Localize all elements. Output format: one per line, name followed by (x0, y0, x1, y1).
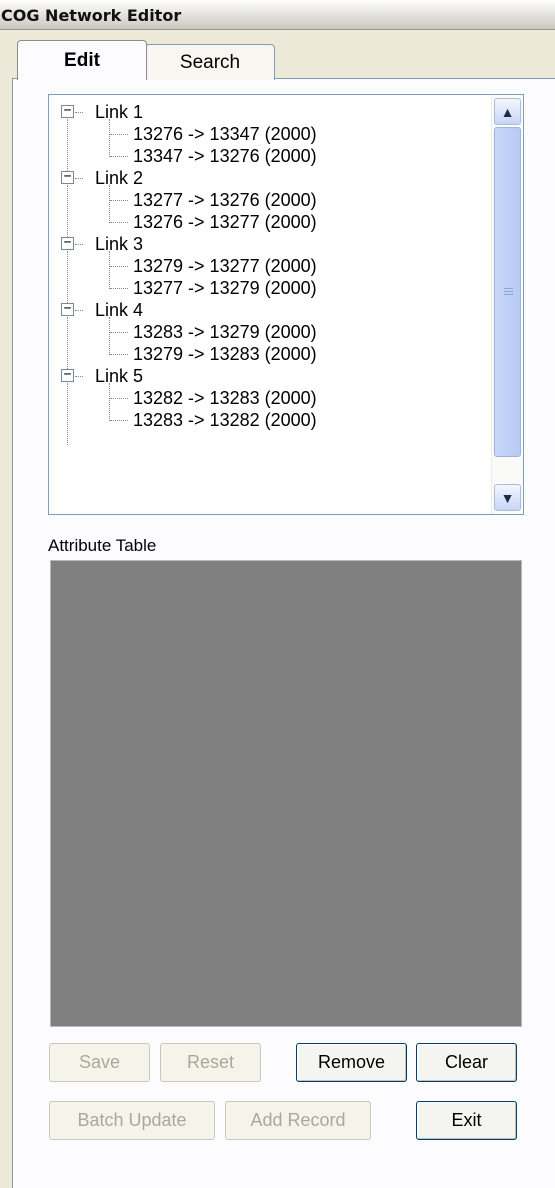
tree-child-row[interactable]: 13283 -> 13279 (2000) (49, 321, 491, 343)
tree-child-row[interactable]: 13279 -> 13283 (2000) (49, 343, 491, 365)
tree-connector (110, 156, 128, 157)
tree-group-row[interactable]: − Link 4 (49, 299, 491, 321)
add-record-button[interactable]: Add Record (225, 1101, 371, 1140)
tree-group-label: Link 2 (95, 168, 144, 188)
remove-button[interactable]: Remove (296, 1043, 407, 1082)
tree-child-label: 13276 -> 13347 (2000) (133, 124, 317, 144)
tree-child-label: 13283 -> 13282 (2000) (133, 410, 317, 430)
tree-child-row[interactable]: 13282 -> 13283 (2000) (49, 387, 491, 409)
tree-child-row[interactable]: 13276 -> 13347 (2000) (49, 123, 491, 145)
tab-search[interactable]: Search (145, 44, 275, 80)
attribute-table-label: Attribute Table (48, 536, 157, 555)
tree-group-row[interactable]: − Link 5 (49, 365, 491, 387)
exit-button[interactable]: Exit (416, 1101, 517, 1140)
tree-child-label: 13277 -> 13279 (2000) (133, 278, 317, 298)
tree-connector (75, 376, 83, 377)
window-title: COG Network Editor (1, 6, 182, 25)
tree-child-label: 13276 -> 13277 (2000) (133, 212, 317, 232)
batch-update-button[interactable]: Batch Update (49, 1101, 215, 1140)
tree-connector (110, 134, 128, 135)
tree-connector (110, 354, 128, 355)
collapse-minus-icon[interactable]: − (61, 236, 74, 250)
tree-child-row[interactable]: 13347 -> 13276 (2000) (49, 145, 491, 167)
collapse-minus-icon[interactable]: − (61, 104, 74, 118)
title-bar: COG Network Editor (0, 0, 555, 30)
tree-connector (75, 178, 83, 179)
clear-button[interactable]: Clear (416, 1043, 517, 1082)
tree-child-label: 13279 -> 13277 (2000) (133, 256, 317, 276)
tree-child-label: 13279 -> 13283 (2000) (133, 344, 317, 364)
tree-connector (75, 310, 83, 311)
tree-rows: − Link 1 13276 -> 13347 (2000) 13347 -> 132… (49, 95, 491, 514)
tree-connector (110, 288, 128, 289)
tree-connector (110, 222, 128, 223)
reset-button[interactable]: Reset (160, 1043, 261, 1082)
tree-group-label: Link 5 (95, 366, 144, 386)
tree-group-label: Link 1 (95, 102, 144, 122)
tree-connector (110, 398, 128, 399)
collapse-minus-icon[interactable]: − (61, 170, 74, 184)
tree-connector (110, 266, 128, 267)
editor-panel: Search Edit − Link 1 13276 -> 13347 (2000)… (0, 30, 555, 1188)
save-button[interactable]: Save (49, 1043, 150, 1082)
tree-child-row[interactable]: 13277 -> 13276 (2000) (49, 189, 491, 211)
tree-scrollbar[interactable]: ▲ ▼ (491, 95, 523, 514)
tree-child-row[interactable]: 13279 -> 13277 (2000) (49, 255, 491, 277)
tree-child-label: 13277 -> 13276 (2000) (133, 190, 317, 210)
tree-connector (75, 244, 83, 245)
attribute-table[interactable] (50, 560, 522, 1027)
tree-connector (110, 332, 128, 333)
tree-child-row[interactable]: 13277 -> 13279 (2000) (49, 277, 491, 299)
tree-group-label: Link 4 (95, 300, 144, 320)
collapse-minus-icon[interactable]: − (61, 302, 74, 316)
scroll-up-arrow-icon[interactable]: ▲ (494, 98, 521, 125)
tree-group-row[interactable]: − Link 2 (49, 167, 491, 189)
scrollbar-thumb[interactable] (494, 127, 521, 457)
tree-child-row[interactable]: 13283 -> 13282 (2000) (49, 409, 491, 431)
scrollbar-grip-icon (504, 288, 513, 296)
tree-group-label: Link 3 (95, 234, 144, 254)
scroll-down-arrow-icon[interactable]: ▼ (494, 484, 521, 511)
tree-child-row[interactable]: 13276 -> 13277 (2000) (49, 211, 491, 233)
collapse-minus-icon[interactable]: − (61, 368, 74, 382)
tree-group-row[interactable]: − Link 1 (49, 101, 491, 123)
tree-connector (110, 420, 128, 421)
tree-connector (110, 200, 128, 201)
link-tree-view[interactable]: − Link 1 13276 -> 13347 (2000) 13347 -> 132… (48, 94, 524, 515)
tree-connector (75, 112, 83, 113)
tree-child-label: 13347 -> 13276 (2000) (133, 146, 317, 166)
tree-child-label: 13282 -> 13283 (2000) (133, 388, 317, 408)
tree-group-row[interactable]: − Link 3 (49, 233, 491, 255)
tree-child-label: 13283 -> 13279 (2000) (133, 322, 317, 342)
tab-edit[interactable]: Edit (17, 40, 147, 80)
